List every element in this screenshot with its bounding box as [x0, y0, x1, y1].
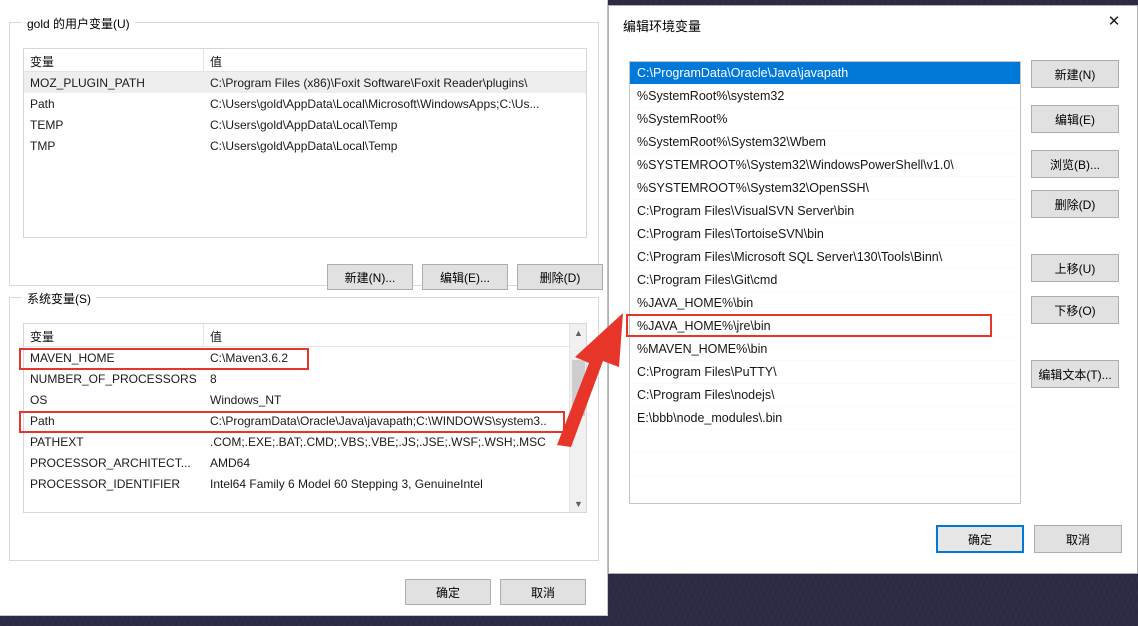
list-item[interactable]: C:\Program Files\Microsoft SQL Server\13…	[630, 246, 1020, 269]
variable-name-cell: NUMBER_OF_PROCESSORS	[30, 371, 197, 386]
system-variables-group: 系统变量(S) 变量 值 MAVEN_HOME C:\Maven3.6.2 NUMB…	[9, 290, 599, 561]
list-item[interactable]: %SYSTEMROOT%\System32\OpenSSH\	[630, 177, 1020, 200]
list-item[interactable]: %SYSTEMROOT%\System32\WindowsPowerShell\…	[630, 154, 1020, 177]
variable-name-cell: OS	[30, 392, 48, 407]
system-col-value[interactable]: 值	[204, 324, 586, 346]
dialog-title: 编辑环境变量	[623, 18, 702, 34]
list-item-empty[interactable]	[630, 453, 1020, 476]
variable-name-cell: Path	[30, 96, 55, 111]
list-item[interactable]: %JAVA_HOME%\jre\bin	[630, 315, 1020, 338]
system-variables-table[interactable]: 变量 值 MAVEN_HOME C:\Maven3.6.2 NUMBER_OF_PR…	[23, 323, 587, 513]
user-variables-group: gold 的用户变量(U) 变量 值 MOZ_PLUGIN_PATH C:\Pro…	[9, 15, 603, 290]
variable-value-cell: C:\Program Files (x86)\Foxit Software\Fo…	[210, 75, 528, 90]
dialog-side-button-1[interactable]: 编辑(E)	[1031, 105, 1119, 133]
user-variables-button-2[interactable]: 删除(D)	[517, 264, 603, 290]
user-variables-button-0[interactable]: 新建(N)...	[327, 264, 413, 290]
table-row[interactable]: TMP C:\Users\gold\AppData\Local\Temp	[24, 135, 586, 156]
system-table-header: 变量 值	[24, 324, 586, 347]
variable-name-cell: MOZ_PLUGIN_PATH	[30, 75, 145, 90]
variable-value-cell: AMD64	[210, 455, 251, 470]
user-table-body: MOZ_PLUGIN_PATH C:\Program Files (x86)\Fo…	[24, 72, 586, 156]
scroll-down-arrow-icon[interactable]: ▼	[570, 495, 586, 512]
variable-name-cell: Path	[30, 413, 55, 428]
dialog-ok-button[interactable]: 确定	[936, 525, 1024, 553]
dialog-side-button-6[interactable]: 编辑文本(T)...	[1031, 360, 1119, 388]
table-row[interactable]: OS Windows_NT	[24, 389, 586, 410]
variable-name-cell: PROCESSOR_IDENTIFIER	[30, 476, 181, 491]
close-icon[interactable]: ✕	[1091, 6, 1137, 36]
path-entries-list[interactable]: C:\ProgramData\Oracle\Java\javapath %Syst…	[629, 61, 1021, 504]
table-row[interactable]: MOZ_PLUGIN_PATH C:\Program Files (x86)\Fo…	[24, 72, 586, 93]
system-table-scrollbar[interactable]: ▲ ▼	[569, 324, 586, 512]
edit-environment-variable-dialog: 编辑环境变量 ✕ C:\ProgramData\Oracle\Java\java…	[608, 5, 1138, 574]
variable-value-cell: .COM;.EXE;.BAT;.CMD;.VBS;.VBE;.JS;.JSE;.…	[210, 434, 546, 449]
variable-name-cell: TEMP	[30, 117, 64, 132]
list-item[interactable]: %MAVEN_HOME%\bin	[630, 338, 1020, 361]
dialog-side-button-0[interactable]: 新建(N)	[1031, 60, 1119, 88]
list-item-empty[interactable]	[630, 430, 1020, 453]
user-variables-table[interactable]: 变量 值 MOZ_PLUGIN_PATH C:\Program Files (x8…	[23, 48, 587, 238]
variable-value-cell: C:\Users\gold\AppData\Local\Temp	[210, 138, 398, 153]
dialog-side-button-4[interactable]: 上移(U)	[1031, 254, 1119, 282]
variable-value-cell: 8	[210, 371, 217, 386]
variable-value-cell: C:\Maven3.6.2	[210, 350, 289, 365]
table-row[interactable]: TEMP C:\Users\gold\AppData\Local\Temp	[24, 114, 586, 135]
list-item[interactable]: %SystemRoot%\system32	[630, 85, 1020, 108]
table-row[interactable]: MAVEN_HOME C:\Maven3.6.2	[24, 347, 586, 368]
table-row[interactable]: PROCESSOR_ARCHITECT... AMD64	[24, 452, 586, 473]
list-item[interactable]: %SystemRoot%\System32\Wbem	[630, 131, 1020, 154]
variable-name-cell: TMP	[30, 138, 56, 153]
window-action-buttons: 确定 取消	[405, 579, 586, 605]
table-row[interactable]: Path C:\ProgramData\Oracle\Java\javapath;…	[24, 410, 586, 431]
environment-variables-window: gold 的用户变量(U) 变量 值 MOZ_PLUGIN_PATH C:\Pro…	[0, 0, 608, 616]
system-col-name[interactable]: 变量	[24, 324, 204, 346]
scroll-up-arrow-icon[interactable]: ▲	[570, 324, 586, 341]
dialog-titlebar[interactable]: 编辑环境变量 ✕	[609, 6, 1137, 44]
table-row[interactable]: NUMBER_OF_PROCESSORS 8	[24, 368, 586, 389]
list-item[interactable]: %JAVA_HOME%\bin	[630, 292, 1020, 315]
table-row[interactable]: Path C:\Users\gold\AppData\Local\Microsof…	[24, 93, 586, 114]
dialog-cancel-button[interactable]: 取消	[1034, 525, 1122, 553]
scrollbar-thumb[interactable]	[572, 360, 585, 416]
list-item[interactable]: C:\Program Files\nodejs\	[630, 384, 1020, 407]
system-variables-label: 系统变量(S)	[22, 290, 96, 307]
variable-value-cell: C:\Users\gold\AppData\Local\Temp	[210, 117, 398, 132]
window-button-0[interactable]: 确定	[405, 579, 491, 605]
user-col-value[interactable]: 值	[204, 49, 586, 71]
variable-value-cell: C:\Users\gold\AppData\Local\Microsoft\Wi…	[210, 96, 540, 111]
variable-value-cell: C:\ProgramData\Oracle\Java\javapath;C:\W…	[210, 413, 547, 428]
variable-name-cell: PROCESSOR_ARCHITECT...	[30, 455, 191, 470]
user-table-header: 变量 值	[24, 49, 586, 72]
list-item[interactable]: E:\bbb\node_modules\.bin	[630, 407, 1020, 430]
variable-name-cell: PATHEXT	[30, 434, 84, 449]
dialog-side-button-3[interactable]: 删除(D)	[1031, 190, 1119, 218]
variable-name-cell: MAVEN_HOME	[30, 350, 115, 365]
dialog-side-button-2[interactable]: 浏览(B)...	[1031, 150, 1119, 178]
table-row[interactable]: PROCESSOR_IDENTIFIER Intel64 Family 6 Mod…	[24, 473, 586, 494]
dialog-side-button-5[interactable]: 下移(O)	[1031, 296, 1119, 324]
list-item[interactable]: C:\Program Files\Git\cmd	[630, 269, 1020, 292]
variable-value-cell: Windows_NT	[210, 392, 282, 407]
window-button-1[interactable]: 取消	[500, 579, 586, 605]
table-row[interactable]: PATHEXT .COM;.EXE;.BAT;.CMD;.VBS;.VBE;.JS…	[24, 431, 586, 452]
user-variables-label: gold 的用户变量(U)	[22, 15, 135, 32]
list-item-empty[interactable]	[630, 476, 1020, 499]
user-variables-button-1[interactable]: 编辑(E)...	[422, 264, 508, 290]
list-item[interactable]: C:\Program Files\VisualSVN Server\bin	[630, 200, 1020, 223]
list-item[interactable]: C:\Program Files\PuTTY\	[630, 361, 1020, 384]
user-variables-buttons: 新建(N)... 编辑(E)... 删除(D)	[327, 264, 603, 290]
dialog-bottom-buttons: 确定 取消	[936, 525, 1122, 553]
list-item[interactable]: C:\ProgramData\Oracle\Java\javapath	[630, 62, 1020, 85]
list-item[interactable]: %SystemRoot%	[630, 108, 1020, 131]
system-table-body: MAVEN_HOME C:\Maven3.6.2 NUMBER_OF_PROCESS…	[24, 347, 586, 494]
list-item-empty[interactable]	[630, 499, 1020, 503]
list-item[interactable]: C:\Program Files\TortoiseSVN\bin	[630, 223, 1020, 246]
variable-value-cell: Intel64 Family 6 Model 60 Stepping 3, Ge…	[210, 476, 483, 491]
user-col-name[interactable]: 变量	[24, 49, 204, 71]
